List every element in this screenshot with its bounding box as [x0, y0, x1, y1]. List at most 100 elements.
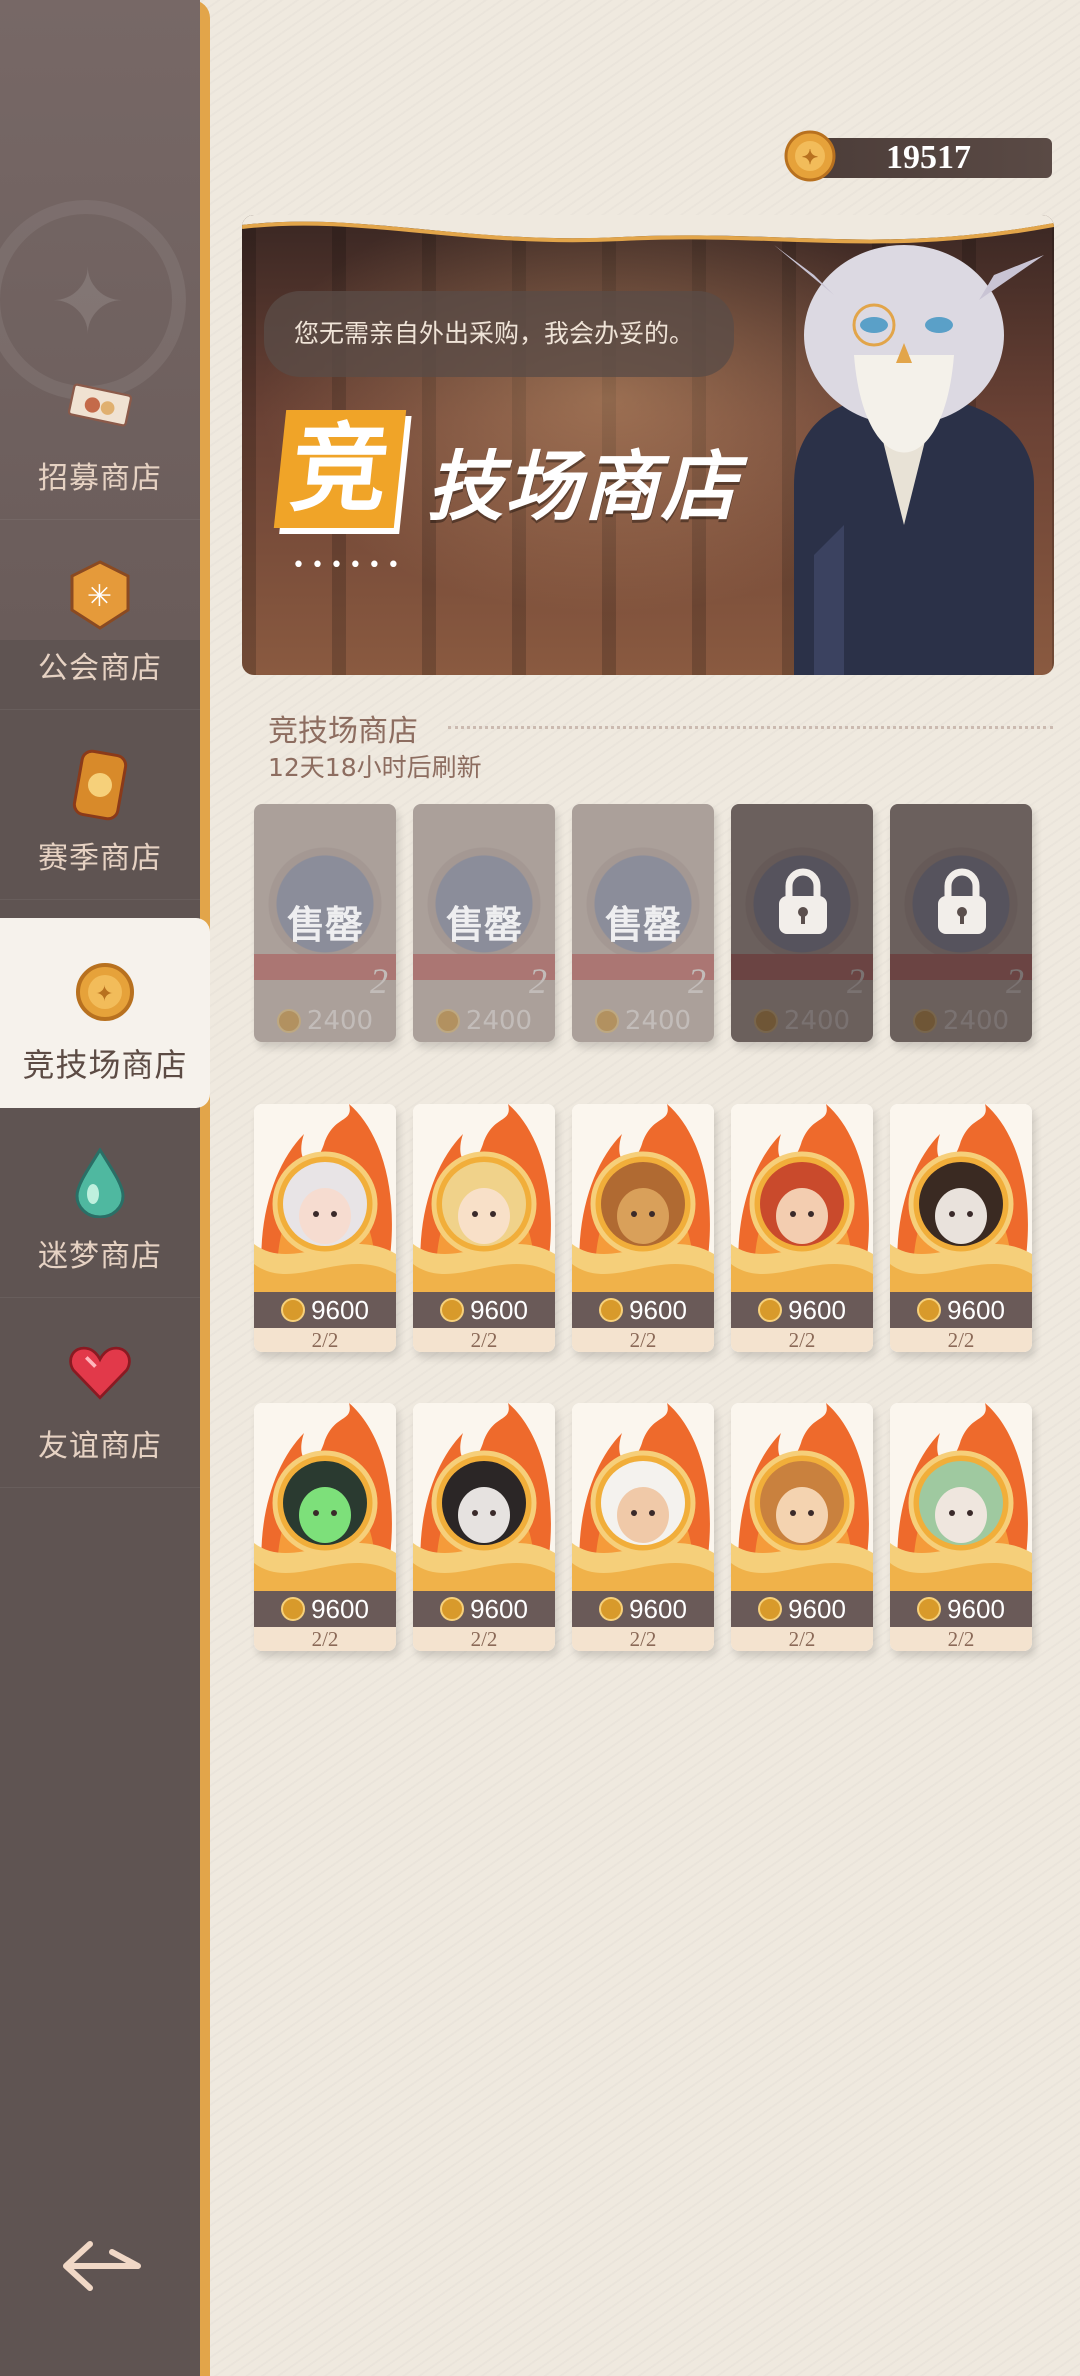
item-price: 9600 [890, 1292, 1032, 1328]
svg-text:✦: ✦ [95, 982, 114, 1007]
sidebar: ✦ 招募商店 ✳ 公会商店 赛季商店 ✦ 竞技场商店 迷梦商店 友谊商店 [0, 0, 210, 2376]
hero-portrait [731, 1104, 873, 1292]
sold-out-label: 售罄 [604, 903, 681, 947]
item-stock: 2/2 [890, 1627, 1032, 1651]
item-price: 9600 [572, 1292, 714, 1328]
shopkeeper-owl-illustration [774, 245, 1044, 675]
item-stock: 2/2 [572, 1328, 714, 1352]
item-stock: 2/2 [254, 1328, 396, 1352]
sidebar-item-label: 迷梦商店 [38, 1239, 162, 1274]
item-stock: 2/2 [413, 1627, 555, 1651]
banner-dots: •••••• [292, 553, 406, 578]
sidebar-item-season-shop[interactable]: 赛季商店 [0, 710, 200, 900]
price-value: 9600 [470, 1294, 528, 1325]
sidebar-item-dream-shop[interactable]: 迷梦商店 [0, 1108, 200, 1298]
hero-item-card[interactable]: 9600 2/2 [731, 1104, 873, 1352]
coin-icon [599, 1597, 624, 1621]
sidebar-item-recruit-shop[interactable]: 招募商店 [0, 330, 200, 520]
sidebar-item-friendship-shop[interactable]: 友谊商店 [0, 1298, 200, 1488]
hero-item-card[interactable]: 9600 2/2 [890, 1104, 1032, 1352]
item-price: 9600 [731, 1292, 873, 1328]
price-value: 9600 [947, 1593, 1005, 1624]
guild-badge-icon: ✳ [68, 560, 132, 630]
lock-icon [779, 868, 827, 934]
price-value: 9600 [788, 1593, 846, 1624]
hero-item-card[interactable]: 9600 2/2 [890, 1403, 1032, 1651]
item-stock: 2/2 [572, 1627, 714, 1651]
sidebar-item-label: 招募商店 [38, 461, 162, 496]
item-price: 9600 [254, 1292, 396, 1328]
coin-icon [440, 1597, 465, 1621]
coin-amount: 19517 [886, 139, 971, 176]
hero-item-card[interactable]: 9600 2/2 [731, 1403, 873, 1651]
shop-item-card[interactable]: 2 2400 [890, 804, 1032, 1042]
coin-icon [281, 1298, 306, 1322]
sidebar-item-label: 友谊商店 [38, 1429, 162, 1464]
lock-icon [938, 868, 986, 934]
item-price: 9600 [254, 1591, 396, 1627]
item-price: 9600 [890, 1591, 1032, 1627]
item-stock: 2/2 [413, 1328, 555, 1352]
section-divider [448, 726, 1053, 729]
back-arrow-icon [63, 2241, 141, 2291]
season-token-icon [68, 749, 132, 821]
sidebar-item-guild-shop[interactable]: ✳ 公会商店 [0, 520, 200, 710]
price-value: 9600 [947, 1294, 1005, 1325]
price-value: 9600 [311, 1593, 369, 1624]
banner-title: 技场商店 [427, 442, 739, 531]
hero-portrait [254, 1403, 396, 1591]
item-stock: 2/2 [890, 1328, 1032, 1352]
section-title: 竞技场商店 [268, 714, 418, 749]
heart-gem-icon [68, 1341, 132, 1405]
item-price: 9600 [731, 1591, 873, 1627]
hero-item-card[interactable]: 9600 2/2 [254, 1104, 396, 1352]
dream-drop-icon [68, 1148, 132, 1218]
item-stock: 2/2 [731, 1627, 873, 1651]
hero-portrait [890, 1403, 1032, 1591]
hero-item-card[interactable]: 9600 2/2 [572, 1403, 714, 1651]
sidebar-item-label: 竞技场商店 [22, 1046, 188, 1084]
sidebar-item-label: 赛季商店 [38, 841, 162, 876]
sold-out-label: 售罄 [445, 903, 522, 947]
coin-icon [758, 1298, 783, 1322]
shop-item-card[interactable]: 2 2400 售罄 [254, 804, 396, 1042]
price-value: 9600 [629, 1294, 687, 1325]
banner-title-emblem: 竞 [273, 410, 407, 528]
price-value: 9600 [311, 1294, 369, 1325]
hero-item-card[interactable]: 9600 2/2 [572, 1104, 714, 1352]
hero-portrait [572, 1104, 714, 1292]
svg-text:✳: ✳ [87, 579, 113, 614]
price-value: 9600 [629, 1593, 687, 1624]
arena-coin-balance: ✦ 19517 [784, 130, 1052, 182]
hero-portrait [572, 1403, 714, 1591]
hero-portrait [413, 1104, 555, 1292]
hero-portrait [731, 1403, 873, 1591]
coin-icon [440, 1298, 465, 1322]
shop-item-card[interactable]: 2 2400 [731, 804, 873, 1042]
sidebar-item-arena-shop[interactable]: ✦ 竞技场商店 [0, 918, 210, 1108]
shop-item-card[interactable]: 2 2400 售罄 [413, 804, 555, 1042]
item-stock: 2/2 [254, 1627, 396, 1651]
sidebar-item-label: 公会商店 [38, 651, 162, 686]
recruit-ticket-icon [68, 373, 132, 437]
hero-item-card[interactable]: 9600 2/2 [254, 1403, 396, 1651]
arena-coin-icon: ✦ [73, 960, 137, 1024]
refresh-timer: 12天18小时后刷新 [268, 753, 482, 782]
item-price: 9600 [572, 1591, 714, 1627]
hero-item-card[interactable]: 9600 2/2 [413, 1403, 555, 1651]
coin-icon [758, 1597, 783, 1621]
price-value: 9600 [470, 1593, 528, 1624]
speech-bubble: 您无需亲自外出采购，我会办妥的。 [264, 291, 734, 377]
hero-portrait [254, 1104, 396, 1292]
back-button[interactable] [62, 2236, 142, 2296]
hero-portrait [413, 1403, 555, 1591]
item-price: 9600 [413, 1591, 555, 1627]
hero-item-card[interactable]: 9600 2/2 [413, 1104, 555, 1352]
coin-icon [281, 1597, 306, 1621]
svg-text:✦: ✦ [802, 147, 819, 169]
sold-out-label: 售罄 [286, 903, 363, 947]
shop-item-card[interactable]: 2 2400 售罄 [572, 804, 714, 1042]
coin-icon [917, 1597, 942, 1621]
coin-icon [917, 1298, 942, 1322]
coin-icon [599, 1298, 624, 1322]
